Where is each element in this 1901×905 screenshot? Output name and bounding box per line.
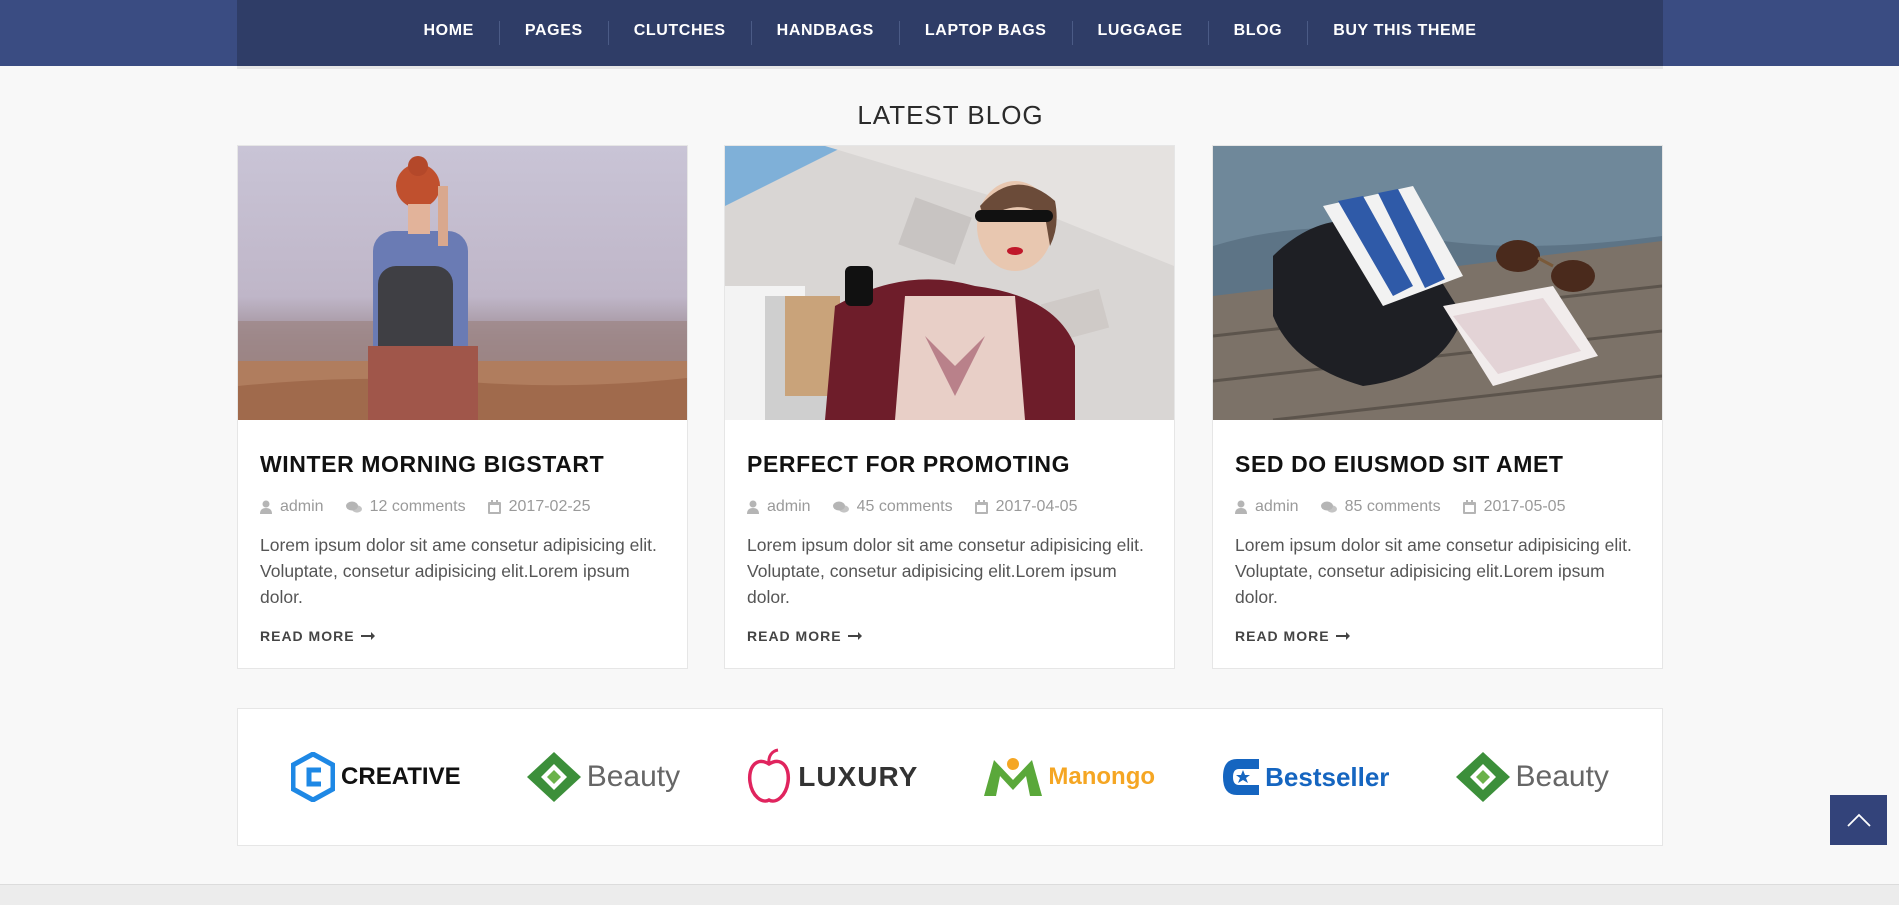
comment-count: 45 comments bbox=[856, 498, 953, 515]
beauty-logo-icon bbox=[526, 752, 581, 802]
blog-date: 2017-05-05 bbox=[1462, 498, 1566, 516]
calendar-icon bbox=[974, 500, 988, 514]
comments-icon bbox=[345, 501, 362, 513]
blog-author[interactable]: admin bbox=[747, 498, 811, 516]
blog-title[interactable]: SED DO EIUSMOD SIT AMET bbox=[1235, 450, 1640, 478]
blog-meta: admin 45 comments 2017-04-05 bbox=[747, 498, 1152, 516]
user-icon bbox=[747, 500, 759, 514]
brand-name: Beauty bbox=[1515, 760, 1609, 793]
comments-icon bbox=[1320, 501, 1337, 513]
blog-image-backpacker[interactable] bbox=[238, 146, 687, 420]
nav-buy-this-theme[interactable]: BUY THIS THEME bbox=[1308, 0, 1501, 64]
nav-luggage[interactable]: LUGGAGE bbox=[1073, 0, 1208, 64]
arrow-right-icon bbox=[847, 632, 862, 640]
author-name: admin bbox=[1255, 498, 1299, 515]
brand-logo-beauty[interactable]: Beauty bbox=[1455, 752, 1609, 802]
blog-card: PERFECT FOR PROMOTING admin 45 comments … bbox=[724, 145, 1175, 669]
read-more-label: READ MORE bbox=[747, 628, 842, 644]
apple-logo-icon bbox=[748, 748, 791, 803]
brand-logo-creative[interactable]: CREATIVE bbox=[291, 752, 461, 802]
blog-card-body: SED DO EIUSMOD SIT AMET admin 85 comment… bbox=[1213, 420, 1662, 646]
blog-comments[interactable]: 85 comments bbox=[1320, 498, 1441, 516]
nav-blog[interactable]: BLOG bbox=[1209, 0, 1308, 64]
brand-name: Beauty bbox=[586, 760, 681, 793]
comment-count: 12 comments bbox=[369, 498, 466, 515]
brand-logo-beauty[interactable]: Beauty bbox=[526, 752, 681, 802]
read-more-link[interactable]: READ MORE bbox=[1235, 628, 1350, 644]
blog-author[interactable]: admin bbox=[1235, 498, 1299, 516]
author-name: admin bbox=[767, 498, 811, 515]
blog-card-body: PERFECT FOR PROMOTING admin 45 comments … bbox=[725, 420, 1174, 646]
blog-title[interactable]: WINTER MORNING BIGSTART bbox=[260, 450, 665, 478]
read-more-label: READ MORE bbox=[260, 628, 355, 644]
brand-logos-strip: CREATIVE Beauty LUXURY Manongo Bestselle… bbox=[237, 708, 1663, 846]
footer-top-edge bbox=[0, 884, 1901, 905]
blog-excerpt: Lorem ipsum dolor sit ame consetur adipi… bbox=[260, 535, 657, 607]
read-more-label: READ MORE bbox=[1235, 628, 1330, 644]
brand-logo-bestseller[interactable]: Bestseller bbox=[1221, 755, 1389, 799]
blog-comments[interactable]: 12 comments bbox=[345, 498, 466, 516]
creative-logo-icon bbox=[291, 752, 336, 802]
brand-name: Manongo bbox=[1048, 763, 1156, 790]
blog-excerpt: Lorem ipsum dolor sit ame consetur adipi… bbox=[747, 535, 1144, 607]
post-date: 2017-04-05 bbox=[995, 498, 1078, 515]
nav-pages[interactable]: PAGES bbox=[500, 0, 608, 64]
blog-author[interactable]: admin bbox=[260, 498, 324, 516]
user-icon bbox=[1235, 500, 1247, 514]
brand-logo-manongo[interactable]: Manongo bbox=[984, 756, 1155, 798]
section-title: LATEST BLOG bbox=[857, 100, 1044, 130]
manongo-logo-icon bbox=[984, 758, 1043, 796]
post-date: 2017-05-05 bbox=[1483, 498, 1566, 515]
arrow-right-icon bbox=[360, 632, 375, 640]
brand-name: LUXURY bbox=[798, 761, 919, 792]
nav-handbags[interactable]: HANDBAGS bbox=[752, 0, 899, 64]
blog-title[interactable]: PERFECT FOR PROMOTING bbox=[747, 450, 1152, 478]
nav-laptop-bags[interactable]: LAPTOP BAGS bbox=[900, 0, 1072, 64]
blog-date: 2017-04-05 bbox=[974, 498, 1078, 516]
blog-card: WINTER MORNING BIGSTART admin 12 comment… bbox=[237, 145, 688, 669]
blog-date: 2017-02-25 bbox=[487, 498, 591, 516]
author-name: admin bbox=[280, 498, 324, 515]
user-icon bbox=[260, 500, 272, 514]
nav-clutches[interactable]: CLUTCHES bbox=[609, 0, 751, 64]
comments-icon bbox=[832, 501, 849, 513]
beauty-logo-icon bbox=[1455, 752, 1510, 802]
read-more-link[interactable]: READ MORE bbox=[747, 628, 862, 644]
chevron-up-icon bbox=[1846, 813, 1871, 827]
blog-card: SED DO EIUSMOD SIT AMET admin 85 comment… bbox=[1212, 145, 1663, 669]
main-menu: HOME PAGES CLUTCHES HANDBAGS LAPTOP BAGS… bbox=[237, 0, 1663, 66]
blog-comments[interactable]: 45 comments bbox=[832, 498, 953, 516]
nav-home[interactable]: HOME bbox=[399, 0, 499, 64]
bestseller-logo-icon bbox=[1223, 759, 1260, 795]
blog-image-bag-on-dock[interactable] bbox=[1213, 146, 1662, 420]
calendar-icon bbox=[487, 500, 501, 514]
brand-logo-luxury[interactable]: LUXURY bbox=[746, 748, 918, 806]
comment-count: 85 comments bbox=[1344, 498, 1441, 515]
brand-name: CREATIVE bbox=[341, 763, 461, 790]
arrow-right-icon bbox=[1335, 632, 1350, 640]
top-navigation-bar: HOME PAGES CLUTCHES HANDBAGS LAPTOP BAGS… bbox=[0, 0, 1901, 66]
scroll-to-top-button[interactable] bbox=[1830, 795, 1887, 845]
calendar-icon bbox=[1462, 500, 1476, 514]
nav-bottom-divider bbox=[237, 66, 1663, 69]
blog-image-shopping-woman[interactable] bbox=[725, 146, 1174, 420]
brand-name: Bestseller bbox=[1265, 761, 1390, 792]
blog-meta: admin 12 comments 2017-02-25 bbox=[260, 498, 665, 516]
read-more-link[interactable]: READ MORE bbox=[260, 628, 375, 644]
blog-card-body: WINTER MORNING BIGSTART admin 12 comment… bbox=[238, 420, 687, 646]
blog-post-grid: WINTER MORNING BIGSTART admin 12 comment… bbox=[237, 145, 1663, 669]
blog-excerpt: Lorem ipsum dolor sit ame consetur adipi… bbox=[1235, 535, 1632, 607]
blog-meta: admin 85 comments 2017-05-05 bbox=[1235, 498, 1640, 516]
post-date: 2017-02-25 bbox=[508, 498, 591, 515]
